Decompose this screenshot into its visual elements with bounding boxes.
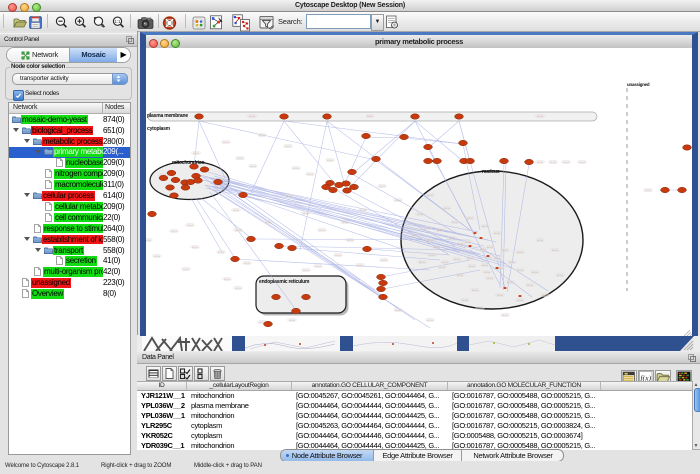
svg-text:xxxxx: xxxxx	[412, 234, 419, 237]
svg-text:xxxxx: xxxxx	[469, 265, 476, 268]
svg-text:xxxxx: xxxxx	[427, 319, 434, 322]
svg-text:xxxxx: xxxxx	[457, 274, 464, 277]
svg-text:xxxxx: xxxxx	[303, 212, 310, 215]
svg-text:xxxxx: xxxxx	[381, 259, 388, 262]
svg-text:xxxxx: xxxxx	[527, 284, 534, 287]
svg-text:xxxxx: xxxxx	[146, 239, 152, 242]
svg-text:xxxxx: xxxxx	[542, 294, 549, 297]
svg-text:xxxxx: xxxxx	[307, 173, 314, 176]
svg-text:xxxxx: xxxxx	[427, 239, 434, 242]
svg-text:xxxxx: xxxxx	[315, 265, 322, 268]
svg-text:xxxxx: xxxxx	[484, 271, 491, 274]
svg-text:xxxxx: xxxxx	[517, 269, 524, 272]
svg-text:xxxxx: xxxxx	[395, 309, 402, 312]
svg-text:xxxxx: xxxxx	[467, 217, 474, 220]
svg-text:xxxxx: xxxxx	[502, 249, 509, 252]
svg-text:xxxxx: xxxxx	[193, 152, 200, 155]
svg-text:xxxxx: xxxxx	[517, 251, 524, 254]
svg-text:xxxxx: xxxxx	[502, 314, 509, 317]
svg-text:xxxxx: xxxxx	[497, 294, 504, 297]
svg-text:xxxxx: xxxxx	[429, 254, 436, 257]
svg-text:xxxxx: xxxxx	[557, 274, 564, 277]
svg-text:xxxxx: xxxxx	[187, 224, 194, 227]
svg-text:xxxxx: xxxxx	[424, 227, 431, 230]
svg-text:xxxxx: xxxxx	[235, 229, 242, 232]
svg-text:xxxxx: xxxxx	[183, 268, 190, 271]
svg-text:xxxxx: xxxxx	[509, 261, 516, 264]
svg-text:xxxxx: xxxxx	[552, 249, 559, 252]
svg-text:xxxxx: xxxxx	[550, 161, 557, 164]
svg-text:xxxxx: xxxxx	[449, 237, 456, 240]
svg-text:xxxxx: xxxxx	[563, 161, 570, 164]
svg-text:xxxxx: xxxxx	[427, 194, 434, 197]
svg-text:xxxxx: xxxxx	[494, 257, 501, 260]
svg-text:xxxxx: xxxxx	[437, 229, 444, 232]
svg-text:xxxxx: xxxxx	[192, 246, 199, 249]
svg-text:xxxxx: xxxxx	[537, 161, 544, 164]
svg-text:xxxxx: xxxxx	[223, 141, 230, 144]
svg-text:plasma membrane: plasma membrane	[147, 113, 188, 119]
svg-text:xxxxx: xxxxx	[579, 161, 586, 164]
svg-text:1:1: 1:1	[114, 19, 121, 24]
svg-text:endoplasmic reticulum: endoplasmic reticulum	[259, 279, 310, 285]
svg-text:xxxxx: xxxxx	[419, 261, 426, 264]
svg-text:xxxxx: xxxxx	[444, 207, 451, 210]
svg-text:xxxxx: xxxxx	[482, 264, 489, 267]
svg-text:xxxxx: xxxxx	[467, 257, 474, 260]
svg-text:xxxxx: xxxxx	[395, 199, 402, 202]
svg-text:xxxxx: xxxxx	[360, 209, 367, 212]
svg-text:xxxxx: xxxxx	[367, 115, 374, 118]
svg-text:xxxxx: xxxxx	[259, 134, 266, 137]
svg-text:xxxxx: xxxxx	[462, 299, 469, 302]
svg-text:xxxxx: xxxxx	[265, 221, 272, 224]
svg-text:xxxxx: xxxxx	[417, 213, 424, 216]
svg-text:xxxxx: xxxxx	[319, 229, 326, 232]
svg-text:xxxxx: xxxxx	[154, 255, 161, 258]
svg-text:xxxxx: xxxxx	[532, 271, 539, 274]
svg-text:cytoplasm: cytoplasm	[147, 126, 171, 132]
svg-text:xxxxx: xxxxx	[327, 159, 334, 162]
svg-text:xxxxx: xxxxx	[645, 189, 652, 192]
svg-text:xxxxx: xxxxx	[285, 145, 292, 148]
svg-text:xxxxx: xxxxx	[244, 262, 251, 265]
svg-text:unassigned: unassigned	[627, 82, 650, 87]
svg-text:xxxxx: xxxxx	[487, 246, 494, 249]
svg-text:xxxxx: xxxxx	[439, 266, 446, 269]
svg-text:xxxxx: xxxxx	[487, 277, 494, 280]
svg-text:xxxxx: xxxxx	[537, 239, 544, 242]
svg-text:xxxxx: xxxxx	[465, 241, 472, 244]
svg-text:xxxxx: xxxxx	[303, 269, 310, 272]
svg-text:xxxxx: xxxxx	[293, 167, 300, 170]
svg-text:xxxxx: xxxxx	[342, 221, 349, 224]
svg-text:xxxxx: xxxxx	[482, 225, 489, 228]
svg-text:xxxxx: xxxxx	[286, 195, 293, 198]
svg-text:xxxxx: xxxxx	[477, 307, 484, 310]
svg-text:xxxxx: xxxxx	[335, 254, 342, 257]
svg-text:xxxxx: xxxxx	[237, 157, 244, 160]
svg-text:xxxxx: xxxxx	[457, 243, 464, 246]
svg-text:xxxxx: xxxxx	[434, 246, 441, 249]
svg-text:xxxxx: xxxxx	[233, 209, 240, 212]
svg-text:xxxxx: xxxxx	[480, 248, 487, 251]
svg-text:xxxxx: xxxxx	[250, 165, 257, 168]
svg-text:xxxxx: xxxxx	[472, 289, 479, 292]
svg-text:xxxxx: xxxxx	[494, 232, 501, 235]
svg-text:xxxxx: xxxxx	[517, 299, 524, 302]
svg-text:xxxxx: xxxxx	[224, 278, 231, 281]
svg-text:xxxxx: xxxxx	[452, 221, 459, 224]
svg-text:xxxxx: xxxxx	[442, 261, 449, 264]
svg-text:xxxxx: xxxxx	[537, 115, 544, 118]
svg-text:mitochondrion: mitochondrion	[172, 160, 205, 166]
svg-text:xxxxx: xxxxx	[347, 239, 354, 242]
svg-text:xxxxx: xxxxx	[357, 264, 364, 267]
svg-text:xxxxx: xxxxx	[507, 281, 514, 284]
svg-text:nucleus: nucleus	[482, 169, 500, 175]
svg-text:xxxxx: xxxxx	[289, 319, 296, 322]
svg-text:xxxxx: xxxxx	[454, 258, 461, 261]
svg-text:xxxxx: xxxxx	[235, 287, 242, 290]
svg-text:xxxxx: xxxxx	[171, 230, 178, 233]
svg-text:xxxxx: xxxxx	[379, 185, 386, 188]
svg-text:xxxxx: xxxxx	[218, 251, 225, 254]
svg-text:xxxxx: xxxxx	[249, 115, 256, 118]
